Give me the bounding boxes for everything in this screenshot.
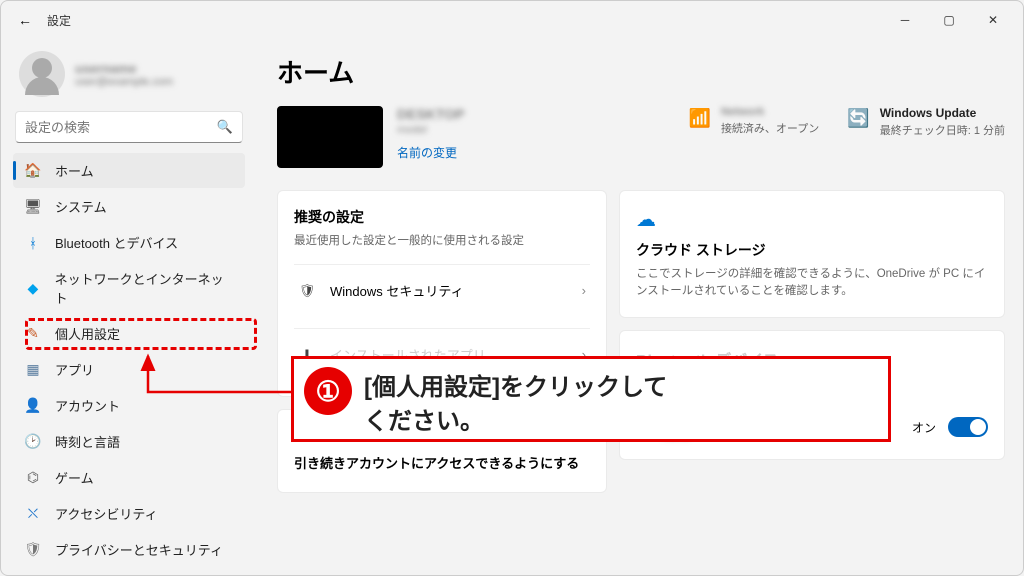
wifi-status: 接続済み、オープン <box>721 120 819 136</box>
pc-thumbnail[interactable] <box>277 106 383 168</box>
main-content: ホーム DESKTOP model 名前の変更 📶 Network <box>255 39 1023 575</box>
sidebar-item-system[interactable]: 🖥 システム <box>13 189 245 224</box>
accounts-icon: 👤 <box>25 398 41 414</box>
pc-name: DESKTOP <box>397 106 464 122</box>
maximize-button[interactable]: ▢ <box>927 5 971 35</box>
search-box[interactable]: 🔍 <box>15 111 243 143</box>
sidebar-item-label: アクセシビリティ <box>55 504 158 523</box>
update-status: 最終チェック日時: 1 分前 <box>880 122 1005 138</box>
sidebar-item-label: ゲーム <box>55 468 94 487</box>
bt-status: "name" として発見可能 <box>659 427 900 443</box>
bluetooth-card: Bluetooth デバイス デバイスの管理、追加、削除 ᚼ Bluetooth… <box>619 330 1005 460</box>
sidebar-item-label: アカウント <box>55 396 120 415</box>
sidebar-item-privacy[interactable]: 🛡 プライバシーとセキュリティ <box>13 532 245 567</box>
cloud-icon: ☁ <box>636 207 988 232</box>
cloud-sub: ここでストレージの詳細を確認できるように、OneDrive が PC にインスト… <box>636 266 988 301</box>
close-button[interactable]: ✕ <box>971 5 1015 35</box>
sidebar-item-label: アプリ <box>55 360 94 379</box>
cloud-storage-card: ☁ クラウド ストレージ ここでストレージの詳細を確認できるように、OneDri… <box>619 190 1005 318</box>
sidebar-item-accounts[interactable]: 👤 アカウント <box>13 388 245 423</box>
wifi-name: Network <box>721 106 819 118</box>
recommended-row[interactable]: ⬇ インストールされたアプリ › <box>294 328 590 380</box>
profile-name: username <box>75 61 173 76</box>
row-label: Windows セキュリティ <box>330 281 464 300</box>
update-info[interactable]: 🔄 Windows Update 最終チェック日時: 1 分前 <box>847 106 1005 138</box>
chevron-right-icon: › <box>582 283 586 298</box>
wifi-icon: 📶 <box>689 108 711 129</box>
recommended-row[interactable]: 🛡 Windows セキュリティ › <box>294 264 590 316</box>
sidebar: username user@example.com 🔍 🏠 ホーム 🖥 システム ᚼ Bl… <box>1 39 255 575</box>
sidebar-item-label: Bluetooth とデバイス <box>55 233 178 252</box>
apps-icon: ▦ <box>25 362 41 378</box>
rename-link[interactable]: 名前の変更 <box>397 144 464 161</box>
continue-access-card: ✔ 引き続きアカウントにアクセスできるようにする <box>277 409 607 493</box>
accessibility-icon: ⛌ <box>25 506 41 522</box>
sidebar-item-apps[interactable]: ▦ アプリ <box>13 352 245 387</box>
sidebar-item-network[interactable]: ◆ ネットワークとインターネット <box>13 261 245 315</box>
shield-check-icon: ✔ <box>294 424 590 445</box>
chevron-right-icon: › <box>582 347 586 362</box>
pc-model: model <box>397 124 464 136</box>
search-icon: 🔍 <box>217 119 233 135</box>
sidebar-item-home[interactable]: 🏠 ホーム <box>13 153 245 188</box>
continue-title: 引き続きアカウントにアクセスできるようにする <box>294 453 590 472</box>
cloud-title: クラウド ストレージ <box>636 240 988 260</box>
update-icon: 🔄 <box>847 108 869 129</box>
sidebar-item-label: ネットワークとインターネット <box>55 269 233 307</box>
sidebar-item-label: プライバシーとセキュリティ <box>55 540 223 559</box>
recommended-card: 推奨の設定 最近使用した設定と一般的に使用される設定 🛡 Windows セキュリ… <box>277 190 607 397</box>
profile[interactable]: username user@example.com <box>13 43 245 111</box>
sidebar-item-accessibility[interactable]: ⛌ アクセシビリティ <box>13 496 245 531</box>
sidebar-item-label: 個人用設定 <box>55 324 120 343</box>
personalization-icon: ✎ <box>25 326 41 342</box>
row-label: インストールされたアプリ <box>330 345 486 364</box>
toggle-label: オン <box>912 419 936 436</box>
bluetooth-icon: ᚼ <box>636 417 647 438</box>
minimize-button[interactable]: ─ <box>883 5 927 35</box>
profile-email: user@example.com <box>75 76 173 88</box>
recommended-title: 推奨の設定 <box>294 207 590 227</box>
sidebar-item-time[interactable]: 🕑 時刻と言語 <box>13 424 245 459</box>
bt-label: Bluetooth <box>659 412 900 427</box>
row-icon: ⬇ <box>298 347 316 363</box>
privacy-icon: 🛡 <box>25 542 41 558</box>
sidebar-item-gaming[interactable]: ⌬ ゲーム <box>13 460 245 495</box>
gaming-icon: ⌬ <box>25 470 41 486</box>
app-title: 設定 <box>47 12 71 29</box>
back-button[interactable]: ← <box>9 4 41 36</box>
page-title: ホーム <box>277 53 1005 90</box>
sidebar-item-bluetooth[interactable]: ᚼ Bluetooth とデバイス <box>13 225 245 260</box>
time-icon: 🕑 <box>25 434 41 450</box>
avatar-icon <box>19 51 65 97</box>
network-icon: ◆ <box>25 280 41 296</box>
bt-sub: デバイスの管理、追加、削除 <box>636 377 988 394</box>
sidebar-item-personalization[interactable]: ✎ 個人用設定 <box>13 316 245 351</box>
settings-window: ← 設定 ─ ▢ ✕ username user@example.com 🔍 🏠… <box>0 0 1024 576</box>
row-icon: 🛡 <box>298 283 316 299</box>
titlebar: ← 設定 ─ ▢ ✕ <box>1 1 1023 39</box>
bt-title: Bluetooth デバイス <box>636 347 988 371</box>
nav-list: 🏠 ホーム 🖥 システム ᚼ Bluetooth とデバイス ◆ ネットワークとインターネット… <box>13 153 245 575</box>
system-icon: 🖥 <box>25 199 41 215</box>
sidebar-item-label: システム <box>55 197 107 216</box>
search-input[interactable] <box>25 120 217 135</box>
hero-row: DESKTOP model 名前の変更 📶 Network 接続済み、オープン <box>277 106 1005 168</box>
recommended-sub: 最近使用した設定と一般的に使用される設定 <box>294 233 590 250</box>
sidebar-item-label: 時刻と言語 <box>55 432 120 451</box>
sidebar-item-label: ホーム <box>55 161 94 180</box>
wifi-info[interactable]: 📶 Network 接続済み、オープン <box>689 106 820 136</box>
bt-toggle[interactable] <box>948 417 988 437</box>
bluetooth-icon: ᚼ <box>25 235 41 251</box>
update-label: Windows Update <box>880 106 1005 120</box>
home-icon: 🏠 <box>25 163 41 179</box>
